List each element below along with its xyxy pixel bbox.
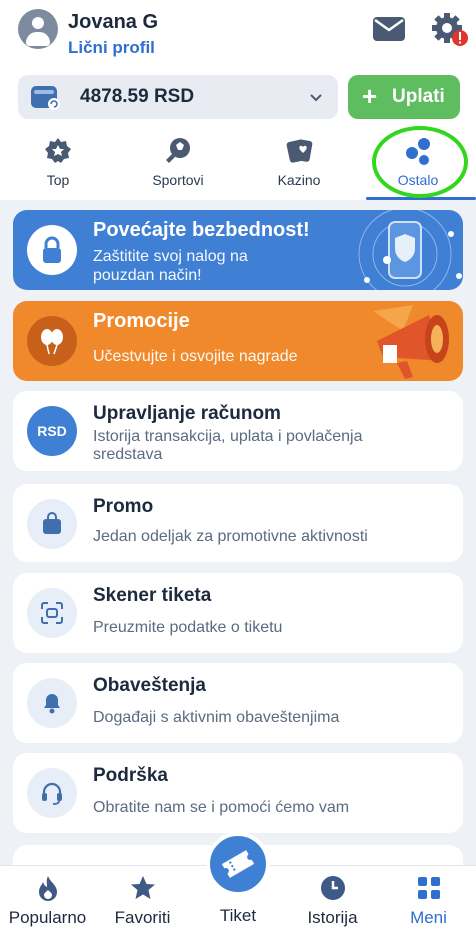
security-banner[interactable]: Povećajte bezbednost! Zaštitite svoj nal… (13, 210, 463, 290)
star-icon (130, 876, 155, 899)
chevron-down-icon (310, 94, 322, 102)
app-header: Jovana G Lični profil 4878.59 RSD + Upla… (0, 0, 476, 200)
headset-icon (27, 768, 77, 818)
profile-link[interactable]: Lični profil (68, 38, 155, 58)
menu-item-subtitle: Događaji s aktivnim obaveštenjima (93, 709, 340, 726)
menu-item-subtitle: Jedan odeljak za promotivne aktivnosti (93, 528, 368, 545)
user-name: Jovana G (68, 11, 159, 33)
menu-item-title: Skener tiketa (93, 585, 212, 606)
tab-label: Top (46, 172, 70, 188)
menu-item-subtitle: Obratite nam se i pomoći ćemo vam (93, 799, 350, 816)
rsd-icon: RSD (27, 406, 77, 456)
lock-icon (27, 225, 77, 275)
shield-phone-icon (358, 210, 462, 290)
menu-item-title: Promo (93, 496, 154, 517)
banner-subtitle: Učestvujte i osvojite nagrade (93, 348, 298, 365)
tab-sportovi[interactable]: Sportovi (128, 136, 228, 196)
ticket-icon (221, 850, 255, 878)
megaphone-icon (373, 305, 449, 379)
menu-item-subtitle: Preuzmite podatke o tiketu (93, 619, 283, 636)
deposit-button[interactable]: + Uplati (348, 75, 460, 119)
mail-icon[interactable] (372, 16, 406, 42)
nav-label: Favoriti (114, 908, 171, 927)
bell-icon (27, 678, 77, 728)
nav-label: Popularno (8, 908, 87, 927)
nav-meni[interactable]: Meni (381, 874, 476, 928)
banner-title: Povećajte bezbednost! (93, 219, 310, 241)
scanner-icon (27, 588, 77, 638)
plus-icon: + (362, 81, 378, 111)
nav-istorija[interactable]: Istorija (285, 874, 380, 928)
tab-label: Kazino (277, 172, 321, 188)
menu-item-account[interactable]: RSD Upravljanje računom Istorija transak… (13, 391, 463, 471)
menu-item-promo[interactable]: Promo Jedan odeljak za promotivne aktivn… (13, 484, 463, 562)
wallet-icon (31, 86, 60, 110)
menu-item-title: Podrška (93, 765, 168, 786)
promotions-banner[interactable]: Promocije Učestvujte i osvojite nagrade (13, 301, 463, 381)
balance-selector[interactable]: 4878.59 RSD (18, 75, 338, 119)
menu-item-title: Obaveštenja (93, 675, 206, 696)
ticket-button[interactable] (206, 832, 270, 896)
balance-amount: 4878.59 RSD (80, 86, 195, 107)
balloons-icon (27, 316, 77, 366)
badge-icon (45, 138, 71, 163)
highlight-ring (372, 126, 468, 198)
menu-item-subtitle: Istorija transakcija, uplata i povlačenj… (93, 428, 363, 463)
menu-item-support[interactable]: Podrška Obratite nam se i pomoći ćemo va… (13, 753, 463, 833)
avatar[interactable] (18, 9, 58, 49)
menu-item-notifications[interactable]: Obaveštenja Događaji s aktivnim obavešte… (13, 663, 463, 743)
nav-popularno[interactable]: Popularno (0, 874, 95, 928)
nav-label: Istorija (307, 908, 358, 927)
tab-top[interactable]: Top (8, 136, 108, 196)
tab-kazino[interactable]: Kazino (249, 136, 349, 196)
shopping-bag-icon (27, 499, 77, 549)
gear-icon[interactable] (430, 12, 470, 48)
banner-subtitle: Zaštitite svoj nalog na pouzdan način! (93, 248, 248, 284)
deposit-label: Uplati (392, 86, 445, 107)
cards-icon (286, 139, 313, 163)
menu-item-title: Upravljanje računom (93, 403, 281, 424)
nav-favoriti[interactable]: Favoriti (95, 874, 190, 928)
menu-item-ticket-scanner[interactable]: Skener tiketa Preuzmite podatke o tiketu (13, 573, 463, 653)
sports-icon (166, 138, 190, 163)
flame-icon (38, 876, 57, 901)
tab-label: Sportovi (152, 172, 204, 188)
clock-icon (320, 876, 345, 900)
grid-icon (417, 877, 440, 899)
banner-title: Promocije (93, 310, 190, 332)
ticket-label: Tiket (219, 906, 257, 925)
nav-label: Meni (410, 908, 447, 927)
